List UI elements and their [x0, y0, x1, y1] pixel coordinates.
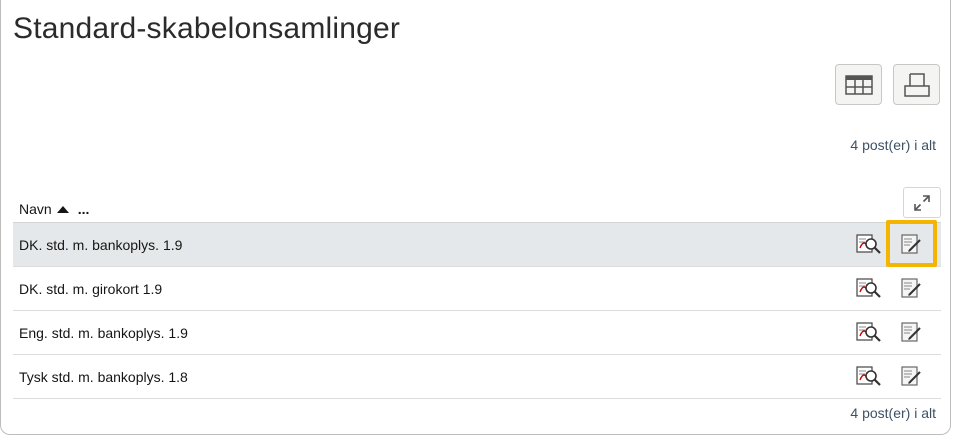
more-columns-icon[interactable]: ... — [78, 201, 90, 217]
print-button[interactable] — [893, 64, 940, 105]
row-actions — [856, 232, 924, 256]
table-header: Navn ... — [13, 185, 941, 223]
row-name: Tysk std. m. bankoplys. 1.8 — [19, 369, 188, 385]
table-view-icon — [844, 74, 873, 95]
preview-pdf-icon[interactable] — [856, 364, 882, 388]
preview-pdf-icon[interactable] — [856, 320, 882, 344]
expand-table-button[interactable] — [903, 187, 941, 218]
row-name: DK. std. m. girokort 1.9 — [19, 281, 163, 297]
record-count-top: 4 post(er) i alt — [850, 137, 936, 153]
row-actions — [856, 364, 924, 388]
preview-pdf-icon[interactable] — [856, 232, 882, 256]
table-row[interactable]: DK. std. m. bankoplys. 1.9 — [13, 223, 941, 267]
row-actions — [856, 320, 924, 344]
record-count-bottom: 4 post(er) i alt — [850, 405, 936, 421]
row-actions — [856, 276, 924, 300]
edit-document-icon[interactable] — [898, 320, 924, 344]
column-header-label: Navn — [19, 201, 52, 217]
row-name: DK. std. m. bankoplys. 1.9 — [19, 237, 183, 253]
column-header-name[interactable]: Navn ... — [19, 201, 89, 217]
view-table-button[interactable] — [835, 64, 882, 105]
table-row[interactable]: Eng. std. m. bankoplys. 1.9 — [13, 311, 941, 355]
page-title: Standard-skabelonsamlinger — [13, 12, 401, 45]
preview-pdf-icon[interactable] — [856, 276, 882, 300]
table-row[interactable]: DK. std. m. girokort 1.9 — [13, 267, 941, 311]
expand-icon — [914, 194, 930, 211]
sort-ascending-icon[interactable] — [56, 205, 69, 213]
template-table: Navn ... DK. std. m. bankoplys. 1.9 DK. … — [13, 185, 941, 399]
edit-document-icon[interactable] — [898, 276, 924, 300]
edit-document-icon[interactable] — [898, 364, 924, 388]
edit-document-icon[interactable] — [898, 232, 924, 256]
row-name: Eng. std. m. bankoplys. 1.9 — [19, 325, 188, 341]
print-icon — [903, 72, 930, 97]
table-row[interactable]: Tysk std. m. bankoplys. 1.8 — [13, 355, 941, 399]
